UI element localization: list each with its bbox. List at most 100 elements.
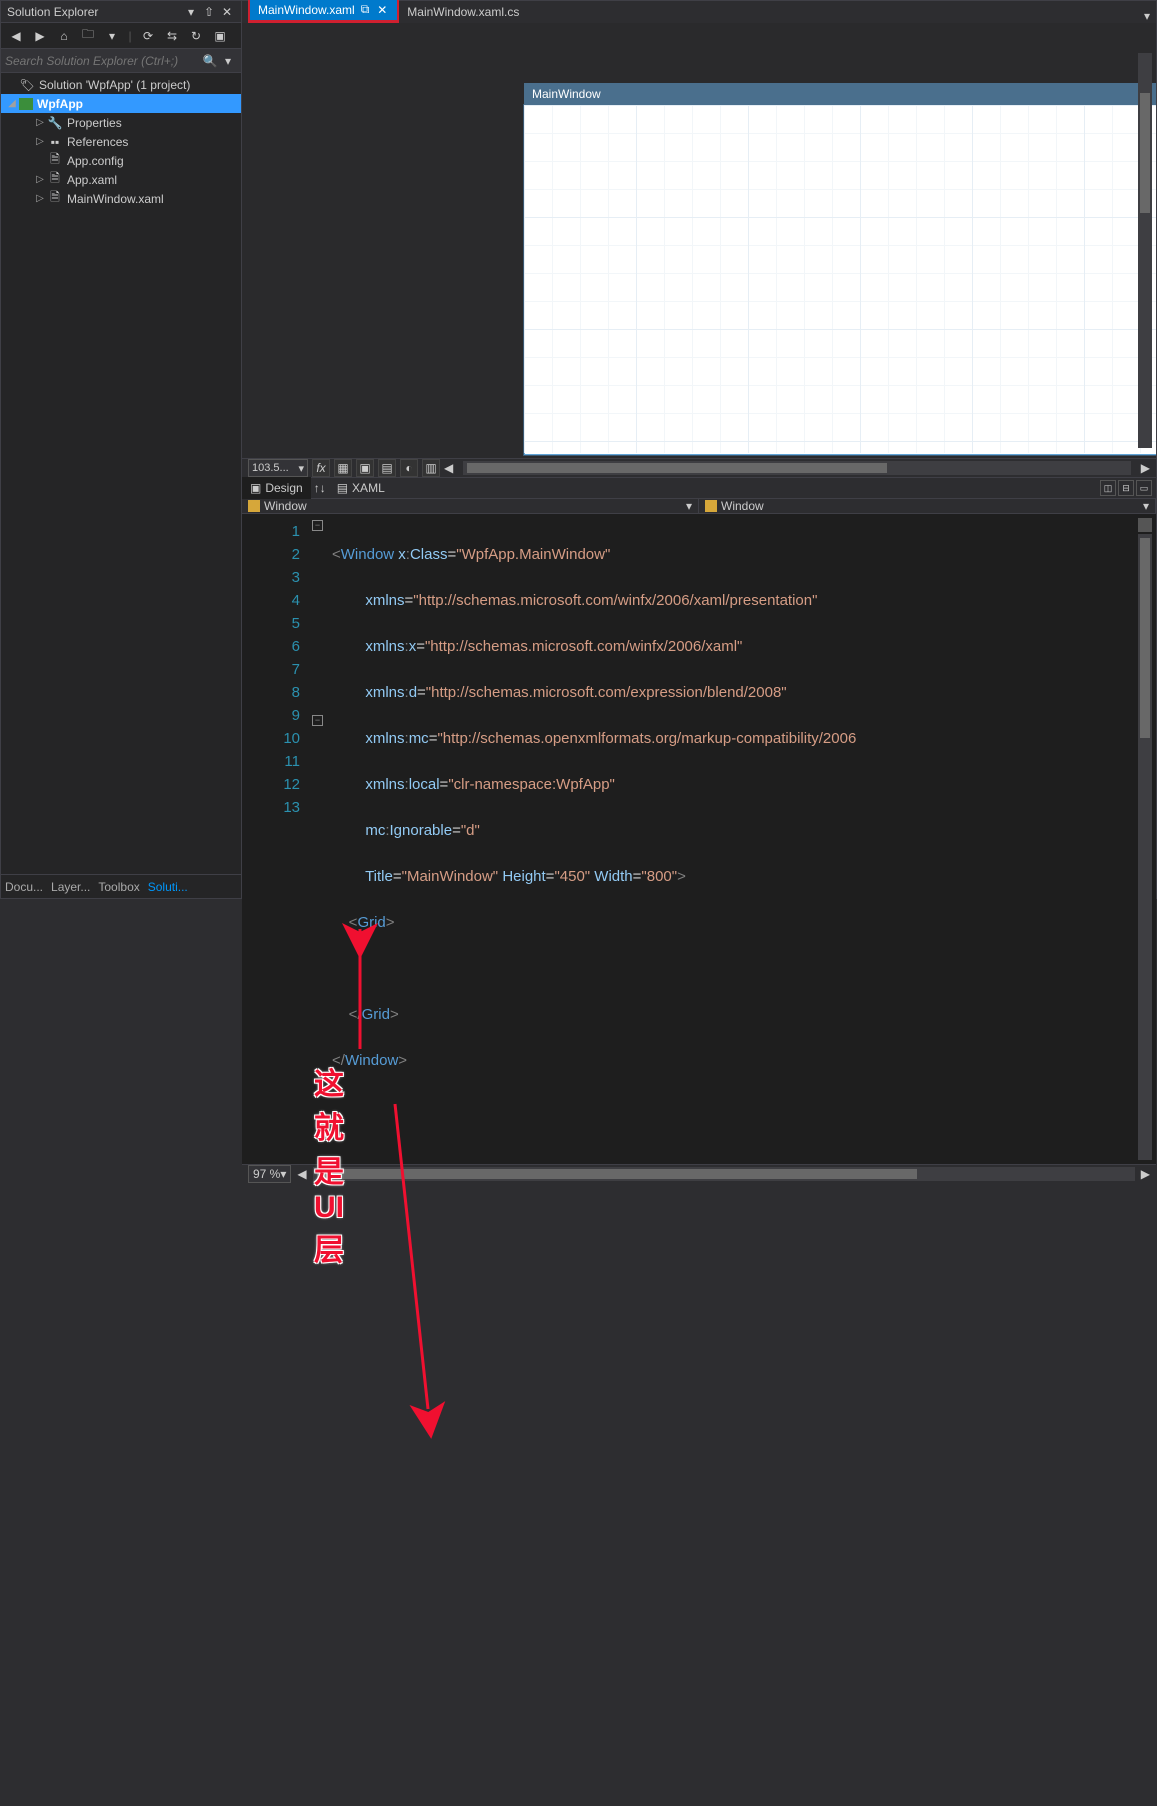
search-box[interactable]: 🔍 ▾: [1, 49, 241, 73]
code-zoom[interactable]: 97 % ▾: [248, 1165, 291, 1183]
project-node[interactable]: ◢ WpfApp: [1, 94, 241, 113]
tab-label: MainWindow.xaml: [258, 3, 355, 17]
expand-icon[interactable]: ▷: [33, 117, 47, 128]
references-icon: ▪▪: [47, 134, 63, 150]
pin-icon[interactable]: ⇧: [201, 4, 217, 20]
tab-mainwindow-cs[interactable]: MainWindow.xaml.cs: [399, 1, 527, 23]
node-label: Properties: [67, 116, 122, 130]
solution-label: Solution 'WpfApp' (1 project): [39, 78, 190, 92]
xaml-code-editor[interactable]: 1 2 3 4 5 6 7 8 9 10 11 12 13 − − <Windo…: [242, 514, 1156, 1164]
code-body[interactable]: <Window x:Class="WpfApp.MainWindow" xmln…: [326, 514, 1156, 1164]
node-label: App.config: [67, 154, 124, 168]
node-label: References: [67, 135, 128, 149]
cube-icon: [248, 500, 260, 512]
tab-toolbox[interactable]: Toolbox: [98, 880, 139, 894]
scroll-left-icon[interactable]: ◀: [444, 461, 453, 475]
tab-overflow-icon[interactable]: ▾: [1138, 9, 1156, 23]
chevron-down-icon[interactable]: ▾: [219, 54, 237, 68]
tree-appconfig[interactable]: 🗎 App.config: [1, 151, 241, 170]
collapse-pane-icon[interactable]: ▭: [1136, 480, 1152, 496]
xaml-icon: ▤: [337, 481, 348, 495]
editor-statusbar: 97 % ▾ ◀ ▶: [242, 1164, 1156, 1183]
breadcrumb-left[interactable]: Window ▾: [242, 499, 699, 513]
project-label: WpfApp: [37, 97, 83, 111]
preview-title: MainWindow: [524, 87, 601, 101]
showall-icon[interactable]: ▣: [211, 27, 229, 45]
back-icon[interactable]: ◀: [7, 27, 25, 45]
editor-hscrollbar[interactable]: [313, 1167, 1135, 1181]
panel-title: Solution Explorer: [7, 5, 183, 19]
grid-icon[interactable]: ▦: [334, 459, 352, 477]
option2-icon[interactable]: ⇆: [163, 27, 181, 45]
xaml-icon: 🗎: [47, 172, 63, 188]
close-icon[interactable]: ✕: [219, 4, 235, 20]
forward-icon[interactable]: ▶: [31, 27, 49, 45]
document-tabbar: MainWindow.xaml ⧉ ✕ MainWindow.xaml.cs ▾: [242, 1, 1156, 23]
tree-properties[interactable]: ▷ 🔧 Properties: [1, 113, 241, 132]
split-handle[interactable]: [1138, 518, 1152, 532]
config-icon: 🗎: [47, 153, 63, 169]
tab-mainwindow-xaml[interactable]: MainWindow.xaml ⧉ ✕: [248, 0, 399, 23]
search-input[interactable]: [5, 54, 201, 68]
wrench-icon: 🔧: [47, 115, 63, 131]
chevron-down-icon[interactable]: ▾: [103, 27, 121, 45]
snap-icon[interactable]: ▣: [356, 459, 374, 477]
swap-panes-icon[interactable]: ↑↓: [311, 481, 329, 495]
design-pane-tab[interactable]: ▣ Design: [242, 477, 311, 499]
fx-icon[interactable]: fx: [312, 459, 330, 477]
scroll-right-icon[interactable]: ▶: [1141, 1167, 1150, 1181]
split-vertical-icon[interactable]: ◫: [1100, 480, 1116, 496]
expand-icon[interactable]: ▷: [33, 193, 47, 204]
tab-label: MainWindow.xaml.cs: [407, 5, 519, 19]
solution-tree: 🏷 Solution 'WpfApp' (1 project) ◢ WpfApp…: [1, 73, 241, 874]
collapse-icon[interactable]: ◢: [5, 98, 19, 109]
solution-explorer-panel: Solution Explorer ▾ ⇧ ✕ ◀ ▶ ⌂ 🗀 ▾ | ⟳ ⇆ …: [1, 1, 242, 898]
csproj-icon: [19, 98, 33, 110]
breadcrumb-right[interactable]: Window ▾: [699, 499, 1156, 513]
designer-statusbar: 103.5...▾ fx ▦ ▣ ▤ ◐ ▥ ◀ ▶: [242, 458, 1156, 477]
refresh-icon[interactable]: ↻: [187, 27, 205, 45]
node-label: MainWindow.xaml: [67, 192, 164, 206]
xaml-designer-surface[interactable]: MainWindow: [242, 23, 1156, 458]
breadcrumb-label: Window: [721, 499, 764, 513]
expand-icon[interactable]: ▷: [33, 136, 47, 147]
expand-icon[interactable]: ▷: [33, 174, 47, 185]
explorer-toolbar: ◀ ▶ ⌂ 🗀 ▾ | ⟳ ⇆ ↻ ▣: [1, 23, 241, 49]
tab-solution-explorer[interactable]: Soluti...: [148, 880, 188, 894]
xaml-pane-tab[interactable]: ▤ XAML: [329, 477, 393, 499]
designer-vscrollbar[interactable]: [1138, 53, 1152, 448]
search-icon[interactable]: 🔍: [201, 54, 219, 68]
scroll-right-icon[interactable]: ▶: [1141, 461, 1150, 475]
design-xaml-switcher: ▣ Design ↑↓ ▤ XAML ◫ ⊟ ▭: [242, 477, 1156, 499]
home-icon[interactable]: ⌂: [55, 27, 73, 45]
split-horizontal-icon[interactable]: ⊟: [1118, 480, 1134, 496]
pin-icon[interactable]: ⧉: [361, 2, 370, 17]
toggle-icon[interactable]: ◐: [400, 459, 418, 477]
tab-label: XAML: [352, 481, 385, 495]
tab-layer[interactable]: Layer...: [51, 880, 90, 894]
design-preview-window[interactable]: MainWindow: [524, 105, 1156, 455]
node-label: App.xaml: [67, 173, 117, 187]
fold-toggle[interactable]: −: [312, 715, 323, 726]
close-icon[interactable]: ✕: [375, 3, 389, 17]
scroll-left-icon[interactable]: ◀: [297, 1167, 306, 1181]
tab-document-outline[interactable]: Docu...: [5, 880, 43, 894]
layout-icon[interactable]: ▤: [378, 459, 396, 477]
dropdown-icon[interactable]: ▾: [183, 4, 199, 20]
extra-icon[interactable]: ▥: [422, 459, 440, 477]
sync-icon[interactable]: 🗀: [79, 27, 97, 45]
tree-appxaml[interactable]: ▷ 🗎 App.xaml: [1, 170, 241, 189]
option-icon[interactable]: ⟳: [139, 27, 157, 45]
solution-node[interactable]: 🏷 Solution 'WpfApp' (1 project): [1, 75, 241, 94]
editor-vscrollbar[interactable]: [1138, 534, 1152, 1160]
cube-icon: [705, 500, 717, 512]
designer-hscrollbar[interactable]: [463, 461, 1131, 475]
design-icon: ▣: [250, 481, 261, 495]
chevron-down-icon[interactable]: ▾: [686, 499, 692, 513]
fold-toggle[interactable]: −: [312, 520, 323, 531]
chevron-down-icon[interactable]: ▾: [1143, 499, 1149, 513]
tree-mainwindow[interactable]: ▷ 🗎 MainWindow.xaml: [1, 189, 241, 208]
designer-zoom[interactable]: 103.5...▾: [248, 459, 308, 477]
tree-references[interactable]: ▷ ▪▪ References: [1, 132, 241, 151]
xaml-breadcrumb: Window ▾ Window ▾: [242, 499, 1156, 514]
